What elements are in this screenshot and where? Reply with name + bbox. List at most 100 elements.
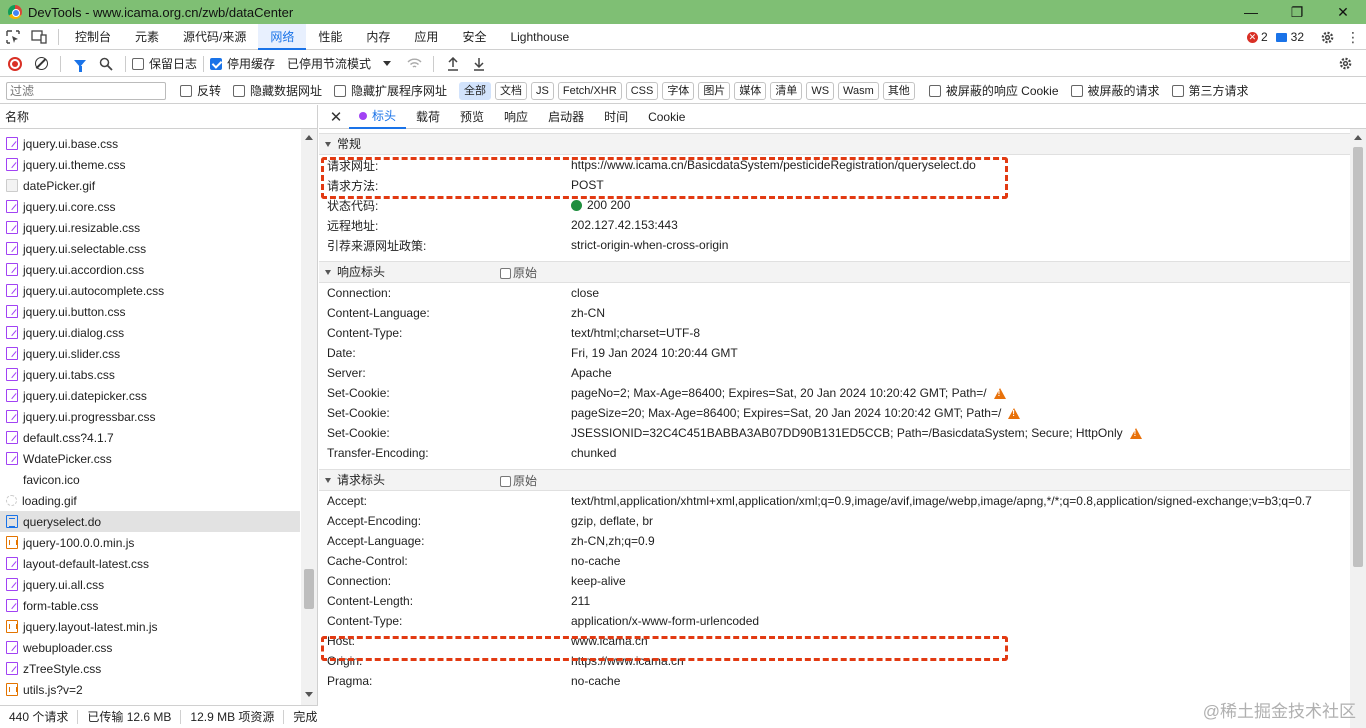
tab-2[interactable]: 源代码/来源 — [171, 24, 258, 50]
filter-toggle-button[interactable] — [67, 51, 93, 77]
filter-chip-5[interactable]: 字体 — [662, 81, 695, 100]
more-options-icon[interactable]: ⋮ — [1340, 24, 1366, 50]
request-row[interactable]: utils.js?v=2 — [0, 679, 300, 700]
request-row[interactable]: jquery.ui.all.css — [0, 574, 300, 595]
device-toolbar-icon[interactable] — [26, 24, 52, 50]
filter-input[interactable] — [6, 81, 166, 100]
request-row[interactable]: jquery.ui.tabs.css — [0, 364, 300, 385]
scroll-up-icon[interactable] — [1354, 135, 1362, 140]
inspect-element-icon[interactable] — [0, 24, 26, 50]
detail-scrollbar[interactable] — [1350, 129, 1366, 728]
tab-3[interactable]: 网络 — [258, 23, 307, 50]
record-stop-button[interactable] — [2, 51, 28, 77]
detail-tab-3[interactable]: 响应 — [494, 105, 538, 129]
filter-chip-7[interactable]: 媒体 — [734, 81, 767, 100]
request-row[interactable]: jquery.ui.base.css — [0, 133, 300, 154]
request-row[interactable]: jquery.ui.button.css — [0, 301, 300, 322]
tab-7[interactable]: 安全 — [450, 24, 498, 50]
raw-request-headers-checkbox[interactable]: 原始 — [500, 470, 537, 492]
request-row[interactable]: default.css?4.1.7 — [0, 427, 300, 448]
request-row[interactable]: jquery.ui.core.css — [0, 196, 300, 217]
filter-chip-1[interactable]: 文档 — [495, 81, 528, 100]
scrollbar-thumb[interactable] — [1353, 147, 1363, 567]
request-row[interactable]: jquery.ui.datepicker.css — [0, 385, 300, 406]
request-row[interactable]: jquery.ui.selectable.css — [0, 238, 300, 259]
request-row[interactable]: jquery.ui.accordion.css — [0, 259, 300, 280]
filter-chip-3[interactable]: Fetch/XHR — [557, 81, 622, 100]
request-row[interactable]: jquery.ui.progressbar.css — [0, 406, 300, 427]
export-har-download-icon[interactable] — [466, 51, 492, 77]
request-row[interactable]: webuploader.css — [0, 637, 300, 658]
warning-icon[interactable] — [1129, 427, 1142, 439]
detail-tab-0[interactable]: 标头 — [349, 105, 407, 129]
request-headers-section-header[interactable]: 请求标头 原始 — [319, 469, 1350, 491]
request-row[interactable]: jquery.ui.resizable.css — [0, 217, 300, 238]
detail-tab-2[interactable]: 预览 — [450, 105, 494, 129]
blocked-response-cookies-checkbox[interactable]: 被屏蔽的响应 Cookie — [928, 82, 1059, 99]
tab-0[interactable]: 控制台 — [63, 24, 123, 50]
clear-log-button[interactable] — [28, 51, 54, 77]
settings-gear-icon[interactable] — [1314, 24, 1340, 50]
filter-chip-4[interactable]: CSS — [625, 81, 659, 100]
expand-triangle-icon[interactable] — [325, 141, 331, 147]
tab-1[interactable]: 元素 — [123, 24, 171, 50]
detail-tab-1[interactable]: 载荷 — [406, 105, 450, 129]
request-row[interactable]: zTreeStyle.css — [0, 658, 300, 679]
detail-tab-6[interactable]: Cookie — [638, 105, 695, 129]
minimize-button[interactable]: — — [1228, 0, 1274, 24]
request-row[interactable]: jquery.ui.slider.css — [0, 343, 300, 364]
filter-chip-6[interactable]: 图片 — [698, 81, 731, 100]
blocked-requests-checkbox[interactable]: 被屏蔽的请求 — [1070, 82, 1160, 99]
request-row[interactable]: jquery.ui.theme.css — [0, 154, 300, 175]
network-settings-gear-icon[interactable] — [1332, 51, 1358, 77]
request-list-scrollbar[interactable] — [301, 129, 317, 705]
expand-triangle-icon[interactable] — [325, 477, 331, 483]
request-row[interactable]: queryselect.do — [0, 511, 300, 532]
tab-5[interactable]: 内存 — [354, 24, 402, 50]
request-row[interactable]: jquery-100.0.0.min.js — [0, 532, 300, 553]
filter-chip-9[interactable]: WS — [806, 81, 835, 100]
filter-chip-11[interactable]: 其他 — [882, 81, 915, 100]
tab-4[interactable]: 性能 — [306, 24, 354, 50]
third-party-requests-checkbox[interactable]: 第三方请求 — [1171, 82, 1249, 99]
request-row[interactable]: WdatePicker.css — [0, 448, 300, 469]
filter-chip-0[interactable]: 全部 — [459, 81, 492, 100]
request-row[interactable]: layout-default-latest.css — [0, 553, 300, 574]
detail-tab-4[interactable]: 启动器 — [538, 105, 594, 129]
disable-cache-checkbox[interactable]: 停用缓存 — [210, 55, 275, 72]
tab-8[interactable]: Lighthouse — [498, 24, 581, 50]
name-column-header[interactable]: 名称 — [0, 105, 317, 129]
general-section-header[interactable]: 常规 — [319, 133, 1350, 155]
filter-chip-8[interactable]: 清单 — [770, 81, 803, 100]
close-detail-icon[interactable]: ✕ — [323, 105, 349, 129]
request-row[interactable]: loading.gif — [0, 490, 300, 511]
warning-icon[interactable] — [993, 387, 1006, 399]
import-har-upload-icon[interactable] — [440, 51, 466, 77]
search-button[interactable] — [93, 51, 119, 77]
response-headers-section-header[interactable]: 响应标头 原始 — [319, 261, 1350, 283]
filter-chip-10[interactable]: Wasm — [838, 81, 879, 100]
detail-tab-5[interactable]: 时间 — [594, 105, 638, 129]
request-row[interactable]: jquery.ui.dialog.css — [0, 322, 300, 343]
tab-6[interactable]: 应用 — [402, 24, 450, 50]
chevron-down-icon[interactable] — [383, 61, 392, 66]
warning-icon[interactable] — [1008, 407, 1021, 419]
hide-extension-urls-checkbox[interactable]: 隐藏扩展程序网址 — [334, 82, 447, 99]
expand-triangle-icon[interactable] — [325, 269, 331, 275]
scroll-down-icon[interactable] — [305, 692, 313, 697]
hide-data-urls-checkbox[interactable]: 隐藏数据网址 — [233, 82, 322, 99]
request-row[interactable]: jquery.ui.autocomplete.css — [0, 280, 300, 301]
request-row[interactable]: form-table.css — [0, 595, 300, 616]
request-row[interactable]: favicon.ico — [0, 469, 300, 490]
network-conditions-wifi-icon[interactable] — [401, 51, 427, 77]
message-count-badge[interactable]: 32 — [1275, 30, 1304, 44]
scroll-up-icon[interactable] — [305, 135, 313, 140]
request-row[interactable]: datePicker.gif — [0, 175, 300, 196]
scrollbar-thumb[interactable] — [304, 569, 314, 609]
restore-button[interactable]: ❐ — [1274, 0, 1320, 24]
filter-chip-2[interactable]: JS — [531, 81, 554, 100]
request-row[interactable]: jquery.layout-latest.min.js — [0, 616, 300, 637]
raw-response-headers-checkbox[interactable]: 原始 — [500, 262, 537, 284]
error-count-badge[interactable]: ✕ 2 — [1246, 30, 1268, 44]
close-window-button[interactable]: ✕ — [1320, 0, 1366, 24]
